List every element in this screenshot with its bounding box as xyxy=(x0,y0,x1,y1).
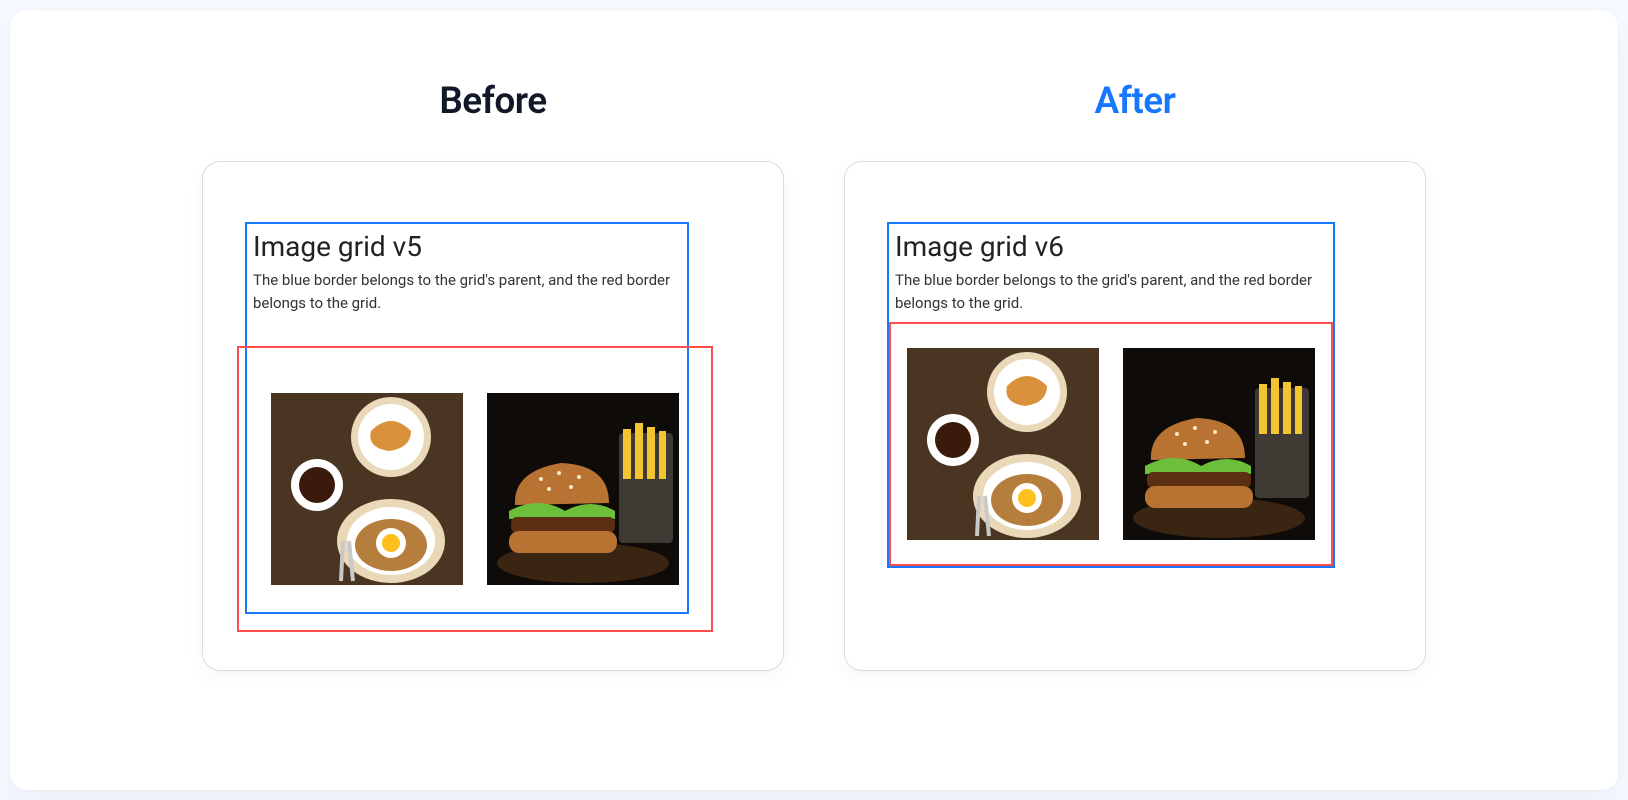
grid-parent-outline: Image grid v6 The blue border belongs to… xyxy=(887,222,1335,568)
image-grid-outline xyxy=(237,346,713,632)
grid-title-area: Image grid v5 The blue border belongs to… xyxy=(247,224,687,322)
burger-icon xyxy=(1123,348,1315,540)
grid-title: Image grid v5 xyxy=(253,230,679,263)
before-column: Before Image grid v5 The blue border bel… xyxy=(202,80,784,671)
grid-image xyxy=(907,348,1099,540)
comparison-columns: Before Image grid v5 The blue border bel… xyxy=(10,80,1618,671)
after-card: Image grid v6 The blue border belongs to… xyxy=(844,161,1426,671)
burger-icon xyxy=(487,393,679,585)
grid-image xyxy=(271,393,463,585)
grid-title-area: Image grid v6 The blue border belongs to… xyxy=(889,224,1333,322)
image-grid-outline xyxy=(889,322,1333,566)
grid-title: Image grid v6 xyxy=(895,230,1325,263)
after-column: After Image grid v6 The blue border belo… xyxy=(844,80,1426,671)
grid-image xyxy=(1123,348,1315,540)
grid-description: The blue border belongs to the grid's pa… xyxy=(895,269,1325,316)
before-heading: Before xyxy=(439,80,546,123)
grid-description: The blue border belongs to the grid's pa… xyxy=(253,269,679,316)
after-heading: After xyxy=(1094,80,1175,123)
breakfast-icon xyxy=(271,393,463,585)
grid-image xyxy=(487,393,679,585)
grid-parent-outline: Image grid v5 The blue border belongs to… xyxy=(245,222,689,614)
breakfast-icon xyxy=(907,348,1099,540)
before-card: Image grid v5 The blue border belongs to… xyxy=(202,161,784,671)
comparison-viewport: Before Image grid v5 The blue border bel… xyxy=(10,10,1618,790)
